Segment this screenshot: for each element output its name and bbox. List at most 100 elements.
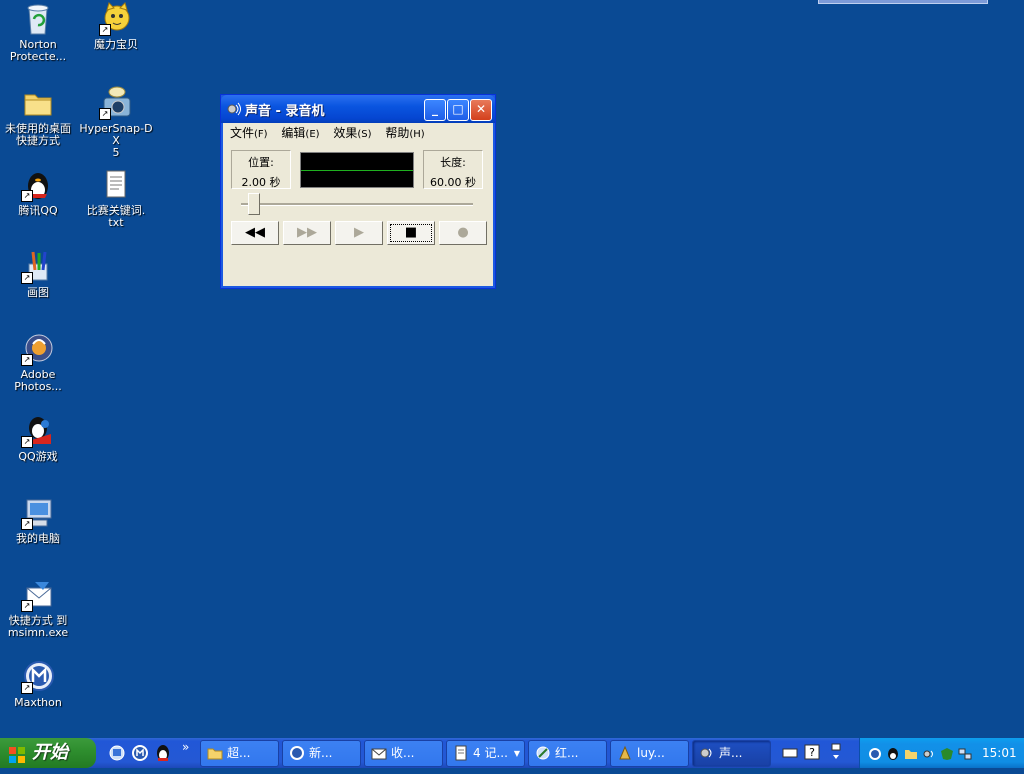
desktop-icon-label: 魔力宝贝 (94, 38, 138, 51)
camera-icon: ↗ (99, 86, 133, 120)
mail-icon (371, 745, 387, 761)
folder-tray-icon[interactable] (904, 746, 918, 760)
menu-effects[interactable]: 效果(S) (328, 123, 376, 145)
start-button[interactable]: 开始 (0, 738, 96, 768)
qq-penguin-icon: ↗ (21, 168, 55, 202)
record-button[interactable]: ● (439, 221, 487, 245)
position-display: 位置: 2.00 秒 (231, 150, 291, 189)
close-button[interactable]: ✕ (470, 99, 492, 121)
waveform-line (301, 170, 413, 171)
volume-tray-icon[interactable] (922, 746, 936, 760)
desktop-icon-maxthon[interactable]: ↗ Maxthon (0, 660, 76, 709)
desktop-icon-my-computer[interactable]: ↗ 我的电脑 (0, 496, 76, 545)
show-desktop-icon[interactable] (108, 744, 126, 762)
desktop-icon-hypersnap[interactable]: ↗ HyperSnap-DX 5 (78, 86, 154, 159)
desktop-icon-label: 我的电脑 (16, 532, 60, 545)
play-button[interactable]: ▶ (335, 221, 383, 245)
shortcut-arrow-icon: ↗ (99, 24, 111, 36)
desktop-icon-keywords-txt[interactable]: 比赛关键词. txt (78, 168, 154, 229)
folder-icon (21, 86, 55, 120)
menu-file[interactable]: 文件(F) (225, 123, 273, 145)
task-button-game[interactable]: luy... (610, 740, 689, 767)
minimize-button[interactable]: _ (424, 99, 446, 121)
desktop-icon-label: HyperSnap-DX 5 (79, 122, 153, 159)
desktop-icon-qq-game[interactable]: ↗ QQ游戏 (0, 414, 76, 463)
task-button-mail[interactable]: 收... (364, 740, 443, 767)
sound-recorder-icon (699, 745, 715, 761)
task-label: 超... (227, 746, 251, 760)
shortcut-arrow-icon: ↗ (21, 190, 33, 202)
task-button-sound-recorder[interactable]: 声... (692, 740, 771, 767)
position-slider-thumb[interactable] (248, 193, 261, 215)
help-icon[interactable]: ? (804, 743, 820, 761)
system-tray: 15:01 (859, 738, 1024, 768)
length-display: 长度: 60.00 秒 (423, 150, 483, 189)
app-icon (535, 745, 551, 761)
desktop-icon-msimn[interactable]: ↗ 快捷方式 到 msimn.exe (0, 578, 76, 639)
sound-recorder-icon (226, 101, 242, 117)
maxthon-icon (289, 745, 305, 761)
photoshop-icon: ↗ (21, 332, 55, 366)
maxthon-tray-icon[interactable] (868, 746, 882, 760)
position-label: 位置: (248, 156, 274, 169)
language-options-icon[interactable] (828, 743, 844, 761)
fast-forward-button[interactable]: ▶▶ (283, 221, 331, 245)
shortcut-arrow-icon: ↗ (99, 108, 111, 120)
clock[interactable]: 15:01 (982, 738, 1017, 768)
maxthon-icon: ↗ (21, 660, 55, 694)
window-title: 声音 - 录音机 (245, 104, 325, 119)
desktop-icon-photoshop[interactable]: ↗ Adobe Photos... (0, 332, 76, 393)
notepad-icon (453, 745, 469, 761)
task-label: 声... (719, 746, 743, 760)
task-button-maxthon[interactable]: 新... (282, 740, 361, 767)
length-value: 60.00 秒 (430, 176, 476, 189)
menu-edit[interactable]: 编辑(E) (276, 123, 324, 145)
desktop-icon-norton[interactable]: Norton Protecte... (0, 2, 76, 63)
sound-recorder-window: 声音 - 录音机 _ □ ✕ 文件(F) 编辑(E) 效果(S) 帮助(H) 位… (220, 94, 496, 289)
position-value: 2.00 秒 (241, 176, 281, 189)
desktop-icon-label: 未使用的桌面 快捷方式 (5, 122, 71, 147)
my-computer-icon: ↗ (21, 496, 55, 530)
quicklaunch-more-chevron-icon[interactable]: » (182, 740, 189, 754)
qq-game-icon: ↗ (21, 414, 55, 448)
antivirus-tray-icon[interactable] (940, 746, 954, 760)
desktop-icon-label: 快捷方式 到 msimn.exe (7, 614, 69, 639)
qq-quicklaunch-icon[interactable] (154, 744, 172, 762)
shortcut-arrow-icon: ↗ (21, 600, 33, 612)
task-button-notepad-group[interactable]: 4 记... ▼ (446, 740, 525, 767)
outlook-express-icon: ↗ (21, 578, 55, 612)
length-label: 长度: (440, 156, 466, 169)
windows-flag-icon (8, 744, 26, 763)
stop-button[interactable]: ■ (387, 221, 435, 245)
window-titlebar[interactable]: 声音 - 录音机 _ □ ✕ (221, 95, 495, 123)
desktop-icon-qq[interactable]: ↗ 腾讯QQ (0, 168, 76, 217)
task-button-folder[interactable]: 超... (200, 740, 279, 767)
maxthon-quicklaunch-icon[interactable] (131, 744, 149, 762)
shortcut-arrow-icon: ↗ (21, 682, 33, 694)
desktop-icon-unused-shortcuts[interactable]: 未使用的桌面 快捷方式 (0, 86, 76, 147)
desktop-icon-moli-baobei[interactable]: ↗ 魔力宝贝 (78, 2, 154, 51)
keyboard-icon[interactable] (782, 743, 798, 761)
desktop-icon-label: Norton Protecte... (9, 38, 67, 63)
task-button-app[interactable]: 红... (528, 740, 607, 767)
position-slider-track[interactable] (241, 203, 473, 206)
shortcut-arrow-icon: ↗ (21, 518, 33, 530)
network-tray-icon[interactable] (958, 746, 972, 760)
desktop-icon-label: 画图 (27, 286, 49, 299)
text-file-icon (99, 168, 133, 202)
recycle-bin-icon (21, 2, 55, 36)
desktop-icon-paint[interactable]: ↗ 画图 (0, 250, 76, 299)
svg-text:?: ? (809, 746, 815, 759)
desktop-icon-label: 比赛关键词. txt (86, 204, 146, 229)
shortcut-arrow-icon: ↗ (21, 354, 33, 366)
start-label: 开始 (32, 742, 68, 763)
rewind-button[interactable]: ◀◀ (231, 221, 279, 245)
waveform-display (300, 152, 414, 188)
paint-icon: ↗ (21, 250, 55, 284)
maximize-button[interactable]: □ (447, 99, 469, 121)
desktop-icon-label: Adobe Photos... (14, 368, 62, 393)
menu-help[interactable]: 帮助(H) (380, 123, 429, 145)
task-label: 收... (391, 746, 415, 760)
desktop-icon-label: Maxthon (14, 696, 62, 709)
qq-tray-icon[interactable] (886, 746, 900, 760)
